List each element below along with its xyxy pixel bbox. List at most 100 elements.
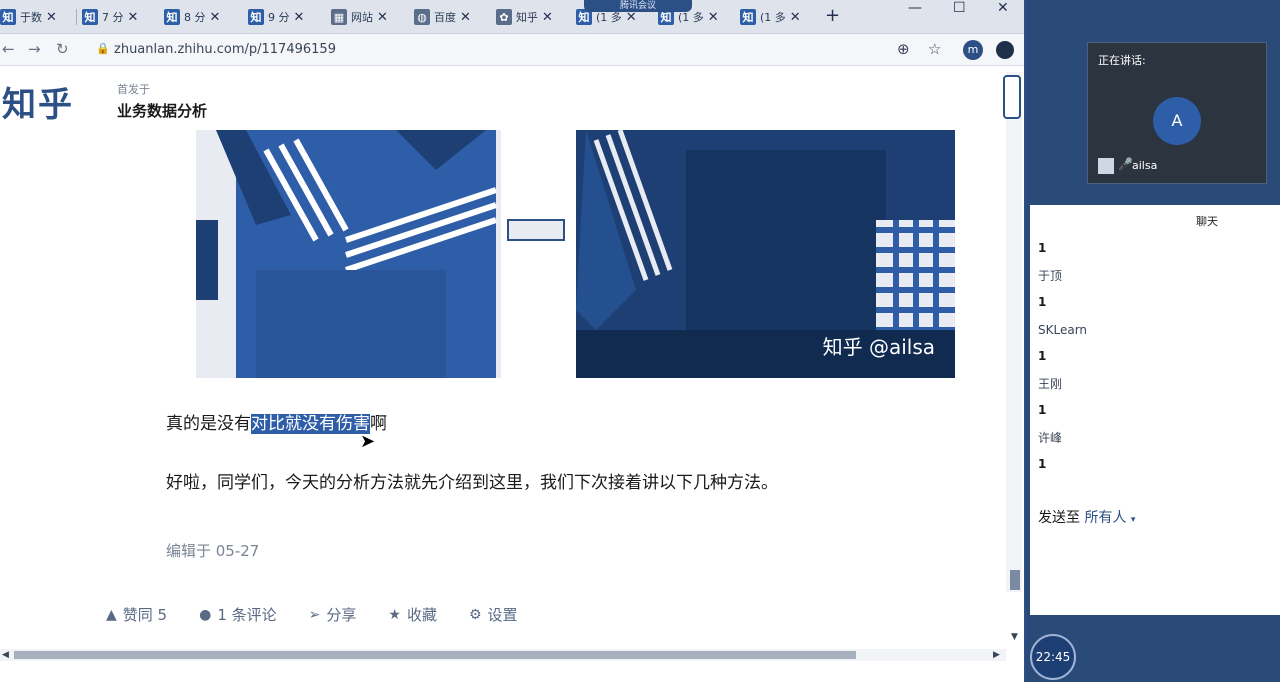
comment-label: 1 条评论: [217, 606, 277, 624]
back-icon[interactable]: ←: [2, 40, 15, 58]
tab-4[interactable]: ▦ 网站 ✕: [331, 5, 407, 29]
zhihu-logo[interactable]: 知乎: [2, 77, 74, 126]
zoom-icon[interactable]: ⊕: [897, 40, 910, 58]
chat-sender: 王刚: [1038, 377, 1063, 391]
tab-9[interactable]: 知 (1 多 ✕: [740, 5, 814, 29]
tab-label: 知乎: [516, 11, 538, 24]
tab-label: 网站: [351, 11, 373, 24]
comment-bubble-icon: ●: [199, 606, 212, 623]
send-target-dropdown[interactable]: 所有人: [1084, 510, 1126, 526]
active-speaker-panel: 正在讲话: A 🎤 ailsa: [1087, 42, 1267, 184]
scroll-down-arrow-icon[interactable]: ▼: [1011, 632, 1018, 642]
paragraph-text: 真的是没有: [166, 414, 251, 434]
tab-2[interactable]: 知 8 分 ✕: [164, 5, 240, 29]
baidu-tab-icon: ◍: [414, 9, 430, 25]
share-plane-icon: ➢: [308, 606, 321, 623]
chat-message: 1: [1038, 241, 1047, 255]
tab-label: 8 分: [184, 11, 206, 24]
meeting-indicator[interactable]: 腾讯会议: [584, 0, 692, 12]
article-action-bar: ▲ 赞同 5 ● 1 条评论 ➢ 分享 ★ 收藏 ⚙ 设置: [106, 604, 550, 625]
scroll-right-arrow-icon[interactable]: ▶: [993, 650, 1000, 660]
settings-button[interactable]: ⚙ 设置: [469, 604, 518, 625]
selected-text[interactable]: 对比就没有伤害: [251, 414, 370, 434]
horizontal-scrollbar-thumb[interactable]: [14, 651, 856, 659]
floating-clock: 22:45: [1030, 634, 1076, 680]
favorite-button[interactable]: ★ 收藏: [388, 604, 437, 625]
minimize-icon[interactable]: —: [908, 0, 922, 16]
tab-5[interactable]: ◍ 百度 ✕: [414, 5, 490, 29]
close-icon[interactable]: ✕: [377, 10, 388, 25]
upvote-label: 赞同 5: [122, 606, 168, 624]
speaker-name: ailsa: [1132, 159, 1158, 172]
comparison-image-left: [196, 130, 501, 378]
close-icon[interactable]: ✕: [210, 10, 221, 25]
favorite-label: 收藏: [406, 606, 437, 624]
gear-icon: ⚙: [468, 606, 482, 623]
lock-icon[interactable]: 🔒: [96, 42, 110, 55]
close-icon[interactable]: ✕: [790, 10, 801, 25]
share-label: 分享: [326, 606, 357, 624]
close-icon[interactable]: ✕: [294, 10, 305, 25]
scrollbar-thumb-marker[interactable]: [1003, 75, 1021, 119]
comparison-image-right: 知乎 @ailsa: [576, 130, 955, 378]
share-button[interactable]: ➢ 分享: [309, 604, 357, 625]
tab-separator: [76, 9, 77, 25]
tab-1[interactable]: 知 7 分 ✕: [82, 5, 156, 29]
article-paragraph-2: 好啦，同学们，今天的分析方法就先介绍到这里，我们下次接着讲以下几种方法。: [166, 473, 778, 493]
tab-label: 百度: [434, 11, 456, 24]
bookmark-star-icon[interactable]: ☆: [928, 40, 941, 58]
close-icon[interactable]: ✕: [708, 10, 719, 25]
minus-sign-graphic: [507, 219, 565, 241]
jacket-photo-left: [196, 130, 501, 378]
edited-timestamp: 编辑于 05-27: [166, 542, 260, 560]
chat-title: 聊天: [1196, 215, 1218, 228]
zhihu-tab-icon: 知: [740, 9, 756, 25]
zhihu-tab-icon: 知: [82, 9, 98, 25]
microphone-icon: 🎤: [1118, 157, 1133, 171]
chat-message: 1: [1038, 349, 1047, 363]
chat-sender: 许峰: [1038, 431, 1063, 445]
browser-window: 知 于数 ✕ 知 7 分 ✕ 知 8 分 ✕ 知 9 分 ✕ ▦ 网站 ✕ ◍ …: [0, 0, 1026, 682]
chat-message: 1: [1038, 403, 1047, 417]
tab-0[interactable]: 知 于数 ✕: [0, 5, 68, 29]
close-icon[interactable]: ✕: [460, 10, 471, 25]
chat-sender: 于顶: [1038, 269, 1063, 283]
address-bar: ← → ↻ 🔒 zhuanlan.zhihu.com/p/117496159 ⊕…: [0, 34, 1024, 66]
close-icon[interactable]: ✕: [128, 10, 139, 25]
url-field[interactable]: zhuanlan.zhihu.com/p/117496159: [114, 42, 336, 57]
close-icon[interactable]: ✕: [542, 10, 553, 25]
chat-panel: 聊天 1 于顶 1 SKLearn 1 王刚 1 许峰 1 发送至 所有人 ▾: [1030, 205, 1280, 615]
close-icon[interactable]: ✕: [46, 10, 57, 25]
new-tab-icon[interactable]: +: [825, 5, 840, 26]
extension-icon[interactable]: [996, 41, 1014, 59]
tab-6[interactable]: ✿ 知乎 ✕: [496, 5, 568, 29]
tab-3[interactable]: 知 9 分 ✕: [248, 5, 324, 29]
chevron-down-icon[interactable]: ▾: [1131, 515, 1136, 525]
chat-sender: SKLearn: [1038, 323, 1088, 337]
scroll-left-arrow-icon[interactable]: ◀: [2, 650, 9, 660]
profile-avatar[interactable]: m: [963, 40, 983, 60]
close-window-icon[interactable]: ✕: [997, 0, 1009, 16]
star-icon: ★: [388, 606, 401, 623]
send-to-label: 发送至: [1038, 510, 1080, 526]
vertical-scrollbar[interactable]: [1006, 72, 1022, 592]
column-title[interactable]: 业务数据分析: [117, 100, 207, 121]
website-tab-icon: ▦: [331, 9, 347, 25]
zhihu-paw-tab-icon: ✿: [496, 9, 512, 25]
zhihu-tab-icon: 知: [0, 9, 16, 25]
reload-icon[interactable]: ↻: [56, 40, 69, 58]
chat-message: 1: [1038, 295, 1047, 309]
forward-icon[interactable]: →: [28, 40, 41, 58]
published-in-label: 首发于: [117, 83, 150, 96]
comment-button[interactable]: ● 1 条评论: [199, 604, 277, 625]
zhihu-tab-icon: 知: [248, 9, 264, 25]
tab-label: 7 分: [102, 11, 124, 24]
maximize-icon[interactable]: ☐: [953, 0, 966, 16]
vertical-scrollbar-thumb[interactable]: [1010, 570, 1020, 590]
user-icon: [1098, 158, 1114, 174]
upvote-button[interactable]: ▲ 赞同 5: [106, 604, 167, 625]
article-paragraph-1: 真的是没有对比就没有伤害啊: [166, 409, 387, 434]
mouse-cursor-icon: ➤: [360, 431, 376, 452]
speaking-label: 正在讲话:: [1098, 54, 1146, 67]
send-to-selector[interactable]: 发送至 所有人 ▾: [1038, 507, 1135, 527]
